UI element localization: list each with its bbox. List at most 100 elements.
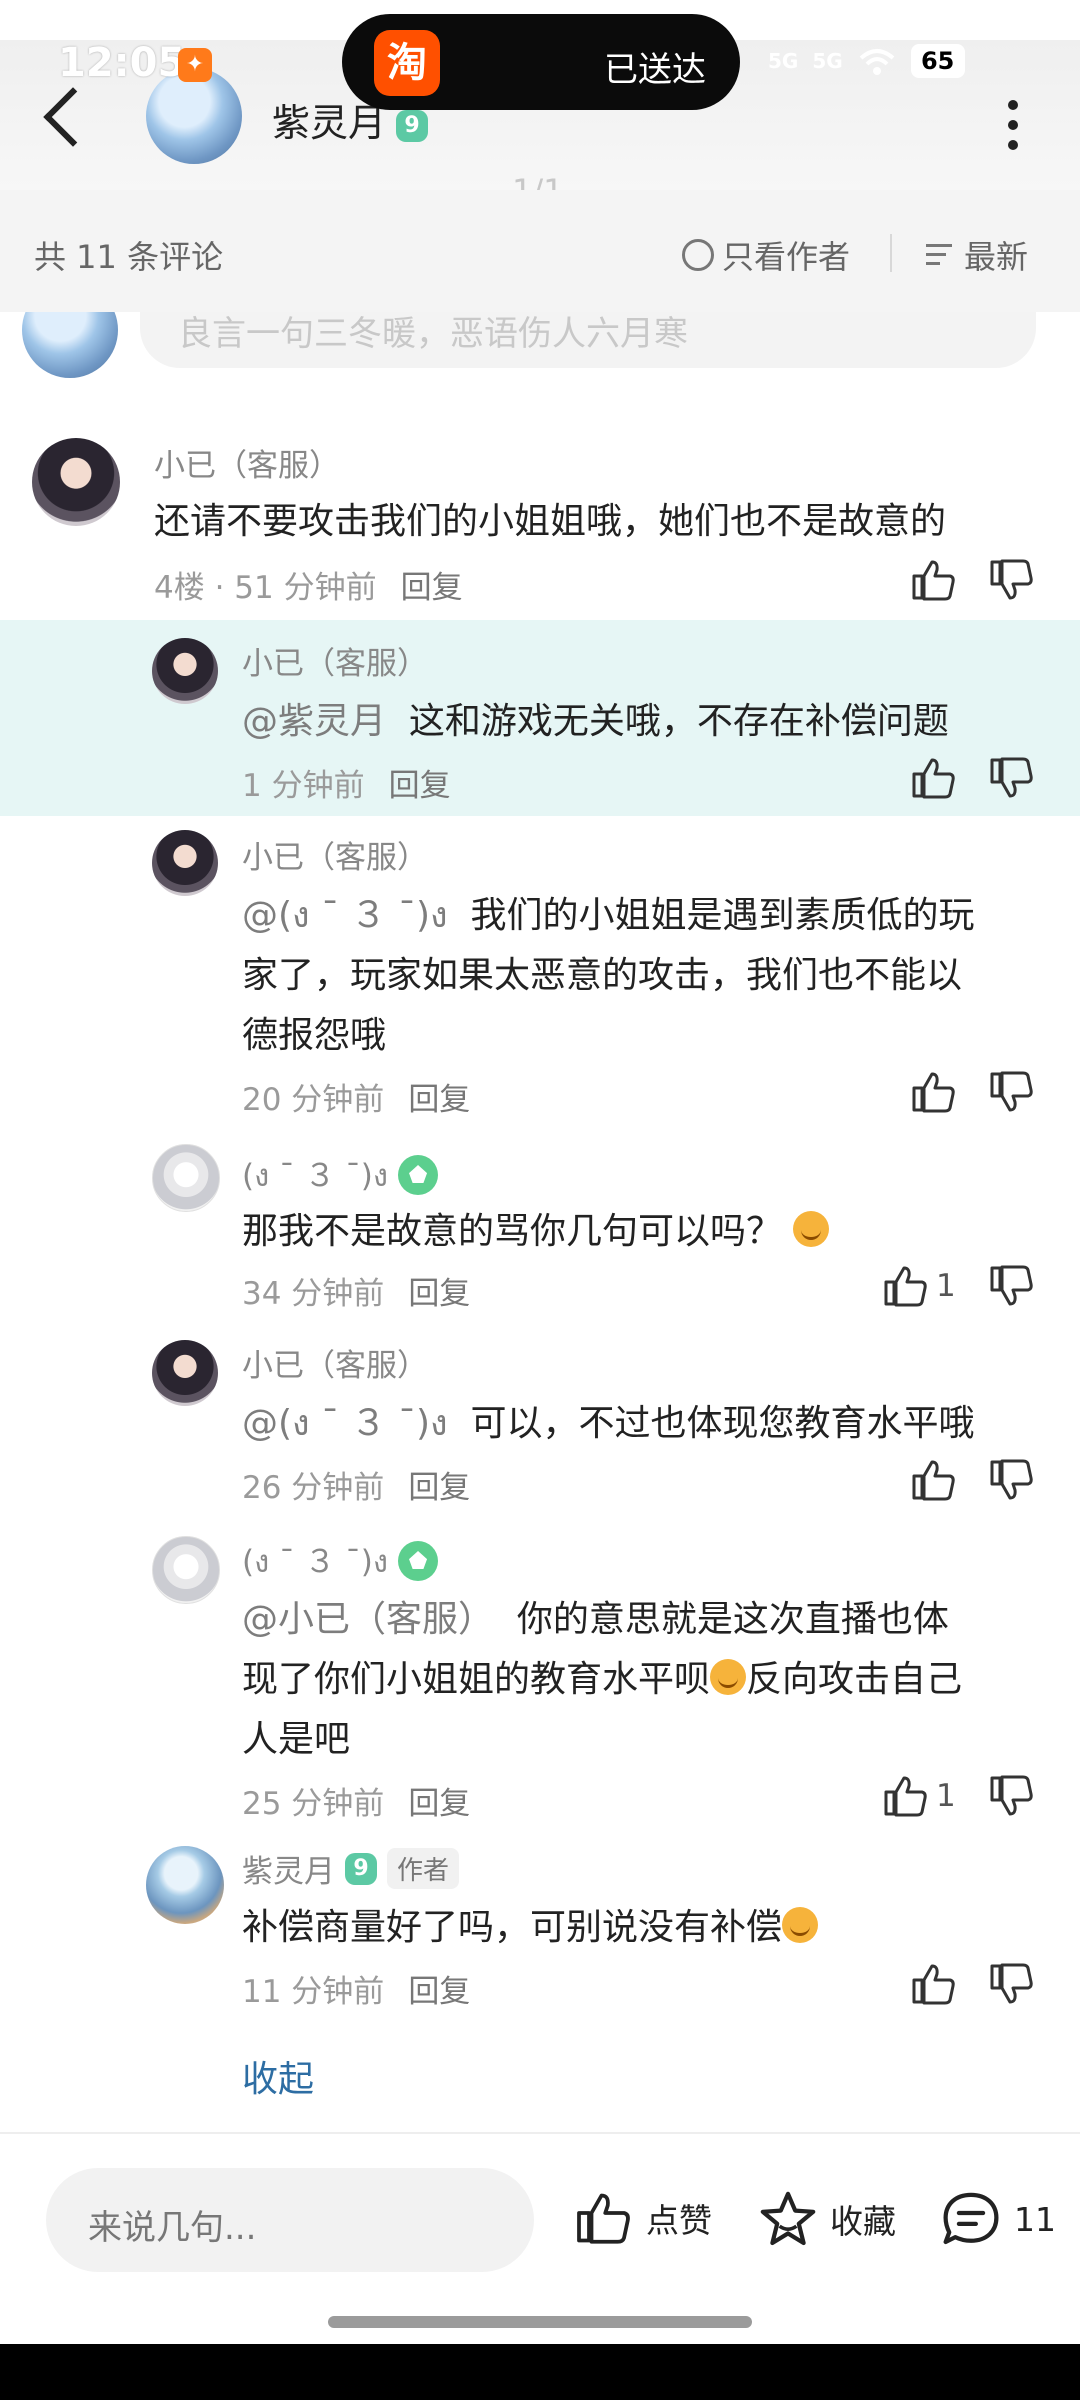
nav-strip (0, 2344, 1080, 2400)
comment-body-line2b: 反向攻击自己 (746, 1659, 963, 1700)
sort-label: 最新 (964, 238, 1029, 276)
avatar[interactable] (146, 1846, 224, 1924)
divider (890, 234, 892, 272)
collapse-button[interactable]: 收起 (242, 2050, 314, 2102)
avatar[interactable] (152, 830, 218, 896)
level-badge: 9 (345, 1852, 377, 1885)
thumbs-down-icon[interactable] (988, 1264, 1036, 1308)
dynamic-island[interactable]: 淘 已送达 (342, 14, 740, 110)
comment-body-line1: 你的意思就是这次直播也体 (516, 1599, 949, 1640)
delivery-notice: 已送达 (604, 50, 706, 90)
reply-item: 小已（客服） @(ง ˉ ３ ˉ)ง 我们的小姐姐是遇到素质低的玩 家了，玩家如… (0, 816, 1080, 1144)
reply-button[interactable]: 回复 (408, 1786, 470, 1822)
comment-body-line3: 人是吧 (242, 1719, 351, 1760)
author-tag: 作者 (387, 1848, 460, 1889)
avatar[interactable] (152, 1144, 220, 1212)
comment-meta: 25 分钟前 回复 (242, 1778, 470, 1823)
thumbs-up-icon[interactable] (910, 1070, 958, 1114)
favorite-label: 收藏 (830, 2202, 896, 2241)
moderator-badge-icon (398, 1541, 439, 1581)
thumbs-down-icon[interactable] (988, 1070, 1036, 1114)
mention[interactable]: @小已（客服） (242, 1599, 494, 1640)
favorite-button[interactable]: 收藏 (758, 2190, 896, 2248)
signal-icon: 5G (768, 49, 799, 73)
smile-emoji-icon (710, 1659, 747, 1695)
reply-item: 小已（客服） @(ง ˉ ３ ˉ)ง 可以，不过也体现您教育水平哦 26 分钟前… (0, 1340, 1080, 1536)
comment-input-top[interactable]: 良言一句三冬暖，恶语伤人六月寒 (140, 312, 1036, 368)
more-options-icon[interactable] (1008, 100, 1018, 150)
avatar[interactable] (152, 638, 218, 704)
comment-input[interactable]: 来说几句... (46, 2168, 534, 2272)
sort-button[interactable]: 最新 (926, 232, 1028, 278)
reply-item: 小已（客服） @紫灵月 这和游戏无关哦，不存在补偿问题 1 分钟前 回复 (0, 620, 1080, 816)
comment-meta: 4楼 · 51 分钟前 回复 (154, 562, 463, 607)
comment-username[interactable]: 小已（客服） (154, 440, 340, 485)
thumbs-down-icon[interactable] (988, 558, 1036, 602)
reply-time: 20 分钟前 (242, 1082, 385, 1118)
app: 紫灵月9 1/1 12:05 ✦ 淘 已送达 5G 5G 65 共 11 条评论… (0, 0, 1080, 2400)
avatar[interactable] (152, 1340, 218, 1406)
comment-text: @紫灵月 这和游戏无关哦，不存在补偿问题 (242, 692, 949, 752)
comment-actions (910, 1070, 1036, 1114)
comment-input-placeholder: 来说几句... (88, 2208, 257, 2248)
mention[interactable]: @(ง ˉ ３ ˉ)ง (242, 1403, 448, 1444)
author-name-label: 紫灵月 (272, 101, 387, 145)
battery-icon: 65 (910, 44, 965, 78)
comment-username[interactable]: 小已（客服） (242, 638, 428, 683)
only-author-toggle[interactable]: 只看作者 (682, 232, 850, 278)
like-post-button[interactable]: 点赞 (574, 2190, 712, 2246)
comment-username[interactable]: (ง ˉ ３ ˉ)ง (242, 1150, 388, 1200)
thumbs-down-icon[interactable] (988, 1962, 1036, 2006)
notification-icon: ✦ (178, 48, 212, 82)
reply-time: 1 分钟前 (242, 768, 365, 804)
comment-body: 补偿商量好了吗，可别说没有补偿 (242, 1907, 783, 1948)
comment-actions: 1 (882, 1264, 1036, 1308)
floor-time: 4楼 · 51 分钟前 (154, 570, 377, 606)
status-bar: 12:05 ✦ 淘 已送达 5G 5G 65 (0, 0, 1080, 110)
mention[interactable]: @紫灵月 (242, 701, 386, 742)
comment-actions (910, 558, 1036, 602)
reply-button[interactable]: 回复 (401, 570, 463, 606)
reply-time: 25 分钟前 (242, 1786, 385, 1822)
comments-button[interactable]: 11 (940, 2190, 1056, 2248)
mention[interactable]: @(ง ˉ ３ ˉ)ง (242, 895, 448, 936)
avatar[interactable] (152, 1536, 220, 1604)
thumbs-up-icon[interactable] (882, 1264, 930, 1308)
comment-username[interactable]: 紫灵月 (242, 1846, 335, 1891)
reply-button[interactable]: 回复 (408, 1974, 470, 2010)
thumbs-down-icon[interactable] (988, 1458, 1036, 1502)
comment-input-placeholder: 良言一句三冬暖，恶语伤人六月寒 (178, 314, 688, 354)
star-icon (760, 2191, 816, 2246)
comment-item: 小已（客服） 还请不要攻击我们的小姐姐哦，她们也不是故意的 4楼 · 51 分钟… (0, 420, 1080, 620)
thumbs-down-icon[interactable] (988, 756, 1036, 800)
comment-actions: 1 (882, 1774, 1036, 1818)
comment-count-label: 11 (1014, 2199, 1056, 2239)
reply-button[interactable]: 回复 (389, 768, 451, 804)
comment-text: 那我不是故意的骂你几句可以吗？ (242, 1202, 830, 1262)
back-icon[interactable] (43, 87, 103, 147)
thumbs-up-icon[interactable] (910, 1458, 958, 1502)
avatar[interactable] (32, 438, 120, 526)
comment-body-line1: 我们的小姐姐是遇到素质低的玩 (470, 895, 975, 936)
home-indicator[interactable] (328, 2316, 752, 2328)
comment-body-line2: 现了你们小姐姐的教育水平呗 (242, 1659, 711, 1700)
thumbs-up-icon[interactable] (910, 1962, 958, 2006)
comment-text: 还请不要攻击我们的小姐姐哦，她们也不是故意的 (154, 501, 947, 542)
reply-item: (ง ˉ ３ ˉ)ง @小已（客服） 你的意思就是这次直播也体 现了你们小姐姐的… (0, 1536, 1080, 1846)
reply-button[interactable]: 回复 (408, 1276, 470, 1312)
like-count: 1 (936, 1778, 956, 1814)
thumbs-up-icon[interactable] (910, 558, 958, 602)
thumbs-up-icon[interactable] (882, 1774, 930, 1818)
comment-username[interactable]: 小已（客服） (242, 832, 428, 877)
thumbs-down-icon[interactable] (988, 1774, 1036, 1818)
reply-button[interactable]: 回复 (408, 1082, 470, 1118)
reply-item: 紫灵月 9 作者 补偿商量好了吗，可别说没有补偿 11 分钟前 回复 (0, 1846, 1080, 2036)
comment-username[interactable]: 小已（客服） (242, 1340, 428, 1385)
thumbs-up-icon[interactable] (910, 756, 958, 800)
comment-text: @(ง ˉ ３ ˉ)ง 可以，不过也体现您教育水平哦 (242, 1394, 974, 1454)
wifi-icon (859, 49, 895, 75)
reply-button[interactable]: 回复 (408, 1470, 470, 1506)
comment-meta: 1 分钟前 回复 (242, 760, 451, 805)
comment-meta: 11 分钟前 回复 (242, 1966, 470, 2011)
comment-username[interactable]: (ง ˉ ３ ˉ)ง (242, 1536, 388, 1586)
